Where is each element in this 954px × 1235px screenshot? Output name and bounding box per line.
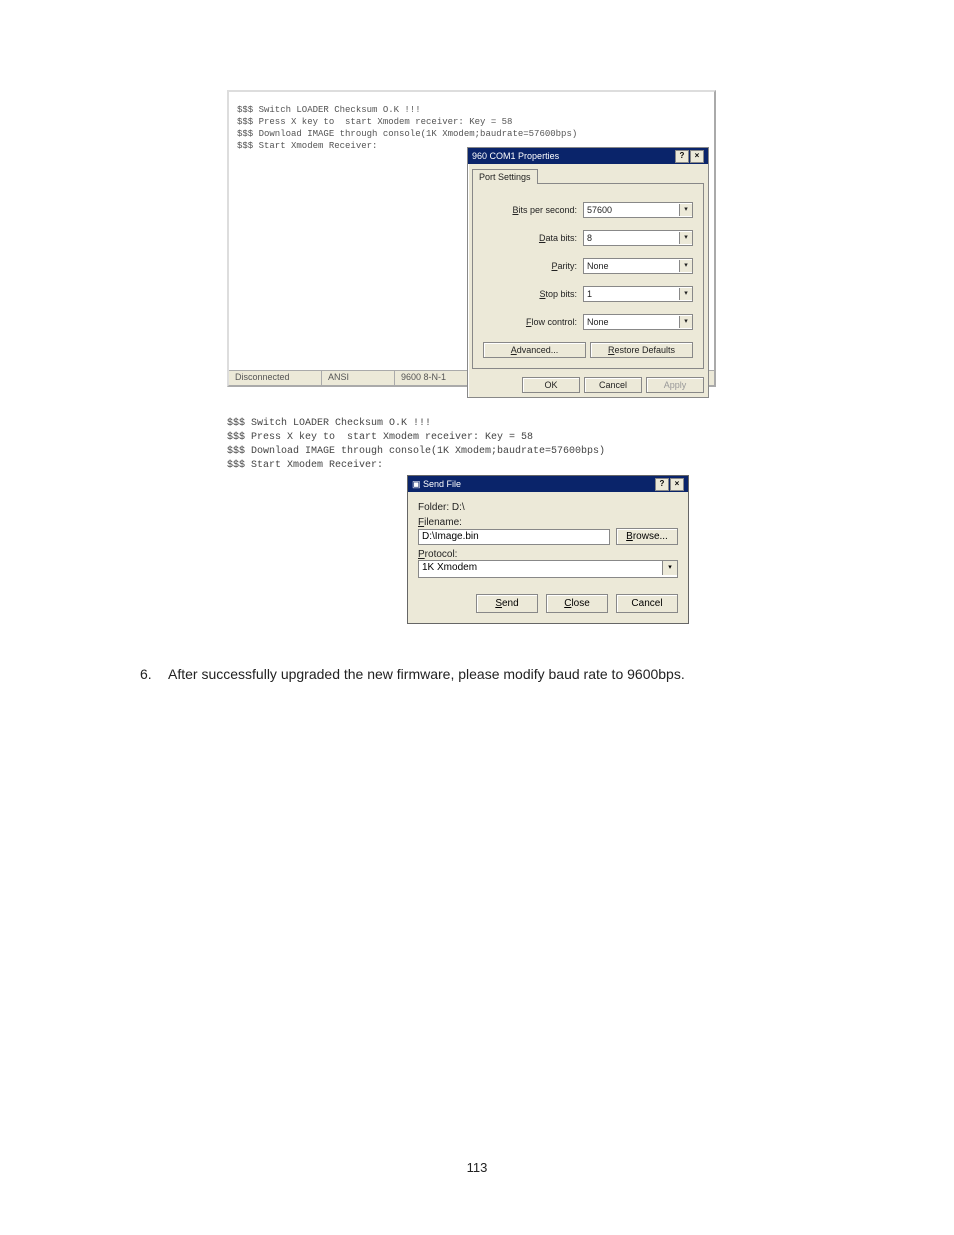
bits-per-second-label: Bits per second:: [512, 205, 577, 215]
send-file-icon: ▣: [412, 479, 421, 489]
close-icon[interactable]: ×: [670, 478, 684, 491]
terminal-output-2: $$$ Switch LOADER Checksum O.K !!! $$$ P…: [227, 417, 727, 473]
cancel-button[interactable]: Cancel: [616, 594, 678, 613]
protocol-value: 1K Xmodem: [419, 561, 662, 577]
instruction-step-6: 6. After successfully upgraded the new f…: [120, 664, 834, 684]
send-file-dialog: ▣ Send File ? × Folder: D:\ Filename: D:…: [407, 475, 689, 624]
send-file-title: Send File: [423, 479, 461, 489]
cancel-button[interactable]: Cancel: [584, 377, 642, 393]
protocol-dropdown[interactable]: 1K Xmodem ▾: [418, 560, 678, 578]
close-button[interactable]: Close: [546, 594, 608, 613]
title-prefix: 960: [472, 151, 487, 161]
chevron-down-icon: ▾: [679, 316, 692, 328]
chevron-down-icon: ▾: [662, 561, 677, 575]
restore-defaults-button[interactable]: Restore Defaults: [590, 342, 693, 358]
dialog-titlebar: 960 COM1 Properties ? ×: [468, 148, 708, 164]
chevron-down-icon: ▾: [679, 204, 692, 216]
data-bits-label: Data bits:: [539, 233, 577, 243]
flow-control-dropdown[interactable]: None ▾: [583, 314, 693, 330]
terminal-window: $$$ Switch LOADER Checksum O.K !!! $$$ P…: [227, 90, 716, 387]
chevron-down-icon: ▾: [679, 288, 692, 300]
figure-1-terminal-com-properties: $$$ Switch LOADER Checksum O.K !!! $$$ P…: [227, 90, 727, 387]
send-file-titlebar: ▣ Send File ? ×: [408, 476, 688, 492]
close-icon[interactable]: ×: [690, 150, 704, 163]
tab-strip: Port Settings: [468, 164, 708, 183]
bps-value: 57600: [587, 205, 612, 215]
chevron-down-icon: ▾: [679, 232, 692, 244]
flow-control-label: Flow control:: [526, 317, 577, 327]
protocol-label: Protocol:: [418, 549, 678, 560]
stop-bits-dropdown[interactable]: 1 ▾: [583, 286, 693, 302]
step-text: After successfully upgraded the new firm…: [168, 664, 685, 684]
data-bits-value: 8: [587, 233, 592, 243]
status-settings: 9600 8-N-1: [395, 371, 478, 385]
parity-dropdown[interactable]: None ▾: [583, 258, 693, 274]
apply-button: Apply: [646, 377, 704, 393]
page-number: 113: [0, 1160, 954, 1175]
stop-bits-value: 1: [587, 289, 592, 299]
dialog-title: COM1 Properties: [490, 151, 560, 161]
port-settings-panel: Bits per second: 57600 ▾ Data bits: 8 ▾: [472, 183, 704, 369]
status-connection: Disconnected: [229, 371, 322, 385]
advanced-button[interactable]: Advanced...: [483, 342, 586, 358]
filename-input[interactable]: D:\Image.bin: [418, 529, 610, 545]
stop-bits-label: Stop bits:: [539, 289, 577, 299]
flow-control-value: None: [587, 317, 609, 327]
data-bits-dropdown[interactable]: 8 ▾: [583, 230, 693, 246]
com1-properties-dialog: 960 COM1 Properties ? × Port Settings Bi…: [467, 147, 709, 398]
parity-label: Parity:: [551, 261, 577, 271]
tab-port-settings[interactable]: Port Settings: [472, 169, 538, 184]
bits-per-second-dropdown[interactable]: 57600 ▾: [583, 202, 693, 218]
chevron-down-icon: ▾: [679, 260, 692, 272]
figure-2-sendfile: $$$ Switch LOADER Checksum O.K !!! $$$ P…: [227, 417, 727, 624]
status-emulation: ANSI: [322, 371, 395, 385]
folder-label: Folder: D:\: [418, 502, 678, 513]
help-icon[interactable]: ?: [655, 478, 669, 491]
filename-label: Filename:: [418, 517, 678, 528]
browse-button[interactable]: Browse...: [616, 528, 678, 545]
step-number: 6.: [140, 664, 168, 684]
send-button[interactable]: Send: [476, 594, 538, 613]
help-icon[interactable]: ?: [675, 150, 689, 163]
ok-button[interactable]: OK: [522, 377, 580, 393]
parity-value: None: [587, 261, 609, 271]
